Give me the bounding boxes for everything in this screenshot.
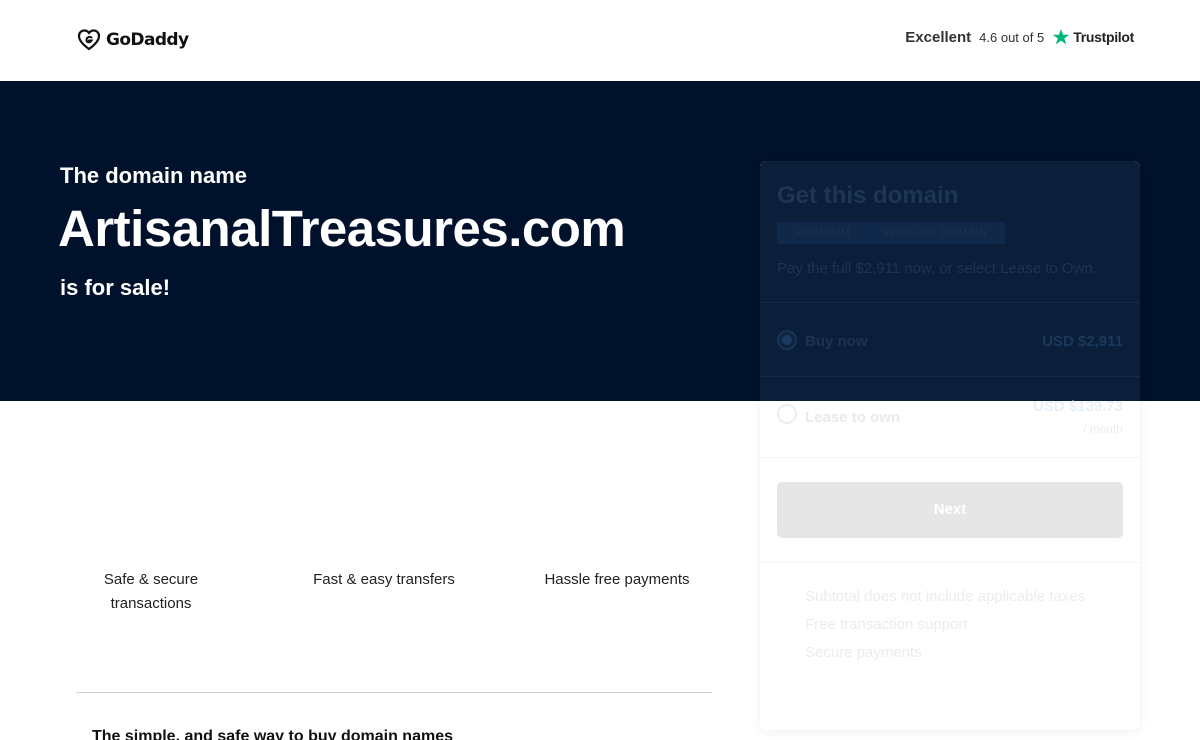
lease-price: USD $139.73	[1032, 398, 1123, 415]
rating-word: Excellent	[905, 28, 972, 46]
card-separator	[760, 302, 1140, 303]
buy-now-radio[interactable]	[777, 330, 797, 350]
section-divider	[76, 692, 712, 693]
option-lease-to-own[interactable]: Lease to own USD $139.73 / month	[760, 377, 1140, 457]
feature-label: Fast & easy transfers	[313, 571, 455, 588]
next-button[interactable]: Next	[777, 482, 1123, 538]
feature-label: Safe & secure transactions	[103, 571, 199, 612]
info-support: Free transaction support	[805, 616, 968, 633]
info-taxes: Subtotal does not include applicable tax…	[805, 588, 1086, 605]
hero-subtitle: is for sale!	[60, 275, 171, 300]
feature-fast-transfers: Fast & easy transfers	[284, 568, 484, 592]
card-separator	[760, 457, 1140, 458]
buy-now-price: USD $2,911	[1042, 333, 1123, 350]
card-subtitle: Pay the full $2,911 now, or select Lease…	[777, 260, 1097, 277]
trustpilot-star-icon	[1052, 29, 1070, 45]
buy-now-label: Buy now	[805, 333, 868, 350]
feature-label: Hassle free payments	[544, 571, 690, 588]
feature-safe-secure: Safe & secure transactions	[51, 568, 251, 616]
info-secure: Secure payments	[805, 644, 922, 661]
lease-radio[interactable]	[777, 404, 797, 424]
rating-score: 4.6 out of 5	[979, 29, 1045, 45]
godaddy-logo-icon	[77, 29, 101, 51]
feature-hassle-free: Hassle free payments	[517, 568, 717, 592]
godaddy-logo[interactable]: GoDaddy	[76, 28, 189, 52]
trustpilot-rating[interactable]: Excellent 4.6 out of 5 Trustpilot	[905, 28, 1134, 46]
purchase-card: Get this domain PREMIUM VERIFIED DOMAIN …	[760, 161, 1140, 730]
card-separator	[760, 562, 1140, 563]
domain-name-title: ArtisanalTreasures.com	[58, 200, 626, 257]
card-title: Get this domain	[777, 182, 959, 209]
hero-pretitle: The domain name	[60, 163, 248, 188]
premium-badge: PREMIUM	[777, 222, 869, 244]
verified-badge: VERIFIED DOMAIN	[864, 222, 1006, 244]
logo-text: GoDaddy	[106, 30, 189, 50]
top-bar: GoDaddy Excellent 4.6 out of 5 Trustpilo…	[0, 0, 1200, 81]
section-heading: The simple, and safe way to buy domain n…	[92, 728, 453, 740]
lease-period: / month	[1082, 422, 1123, 436]
trustpilot-name: Trustpilot	[1073, 29, 1134, 45]
lease-label: Lease to own	[805, 409, 901, 426]
